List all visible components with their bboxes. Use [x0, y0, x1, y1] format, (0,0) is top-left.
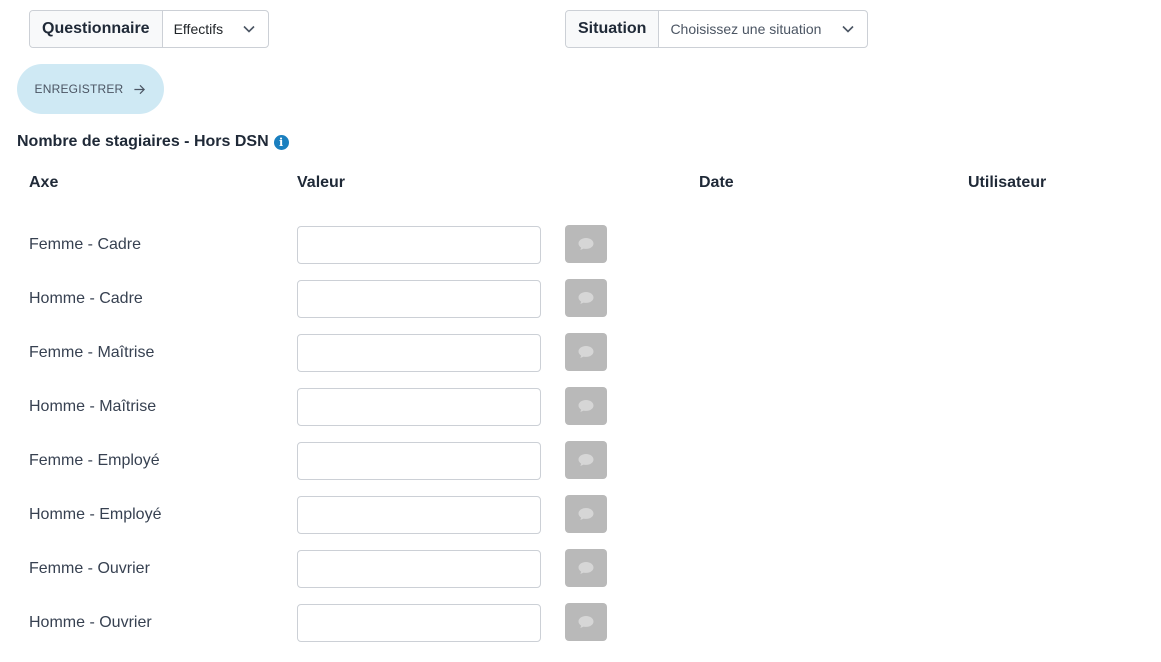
valeur-input[interactable] — [297, 280, 541, 318]
arrow-right-icon — [134, 84, 146, 94]
questionnaire-selected-value: Effectifs — [173, 21, 224, 37]
valeur-input[interactable] — [297, 496, 541, 534]
comment-icon — [578, 562, 594, 574]
questionnaire-select-group: Questionnaire Effectifs — [29, 10, 269, 48]
comment-button[interactable] — [565, 225, 607, 263]
save-button[interactable]: ENREGISTRER — [17, 64, 164, 114]
axe-label: Homme - Cadre — [29, 290, 143, 307]
comment-button[interactable] — [565, 495, 607, 533]
comment-button[interactable] — [565, 333, 607, 371]
valeur-input[interactable] — [297, 604, 541, 642]
table-row: Homme - Maîtrise — [0, 387, 1161, 426]
valeur-input[interactable] — [297, 388, 541, 426]
comment-icon — [578, 238, 594, 250]
table-row: Homme - Employé — [0, 495, 1161, 534]
info-icon[interactable]: i — [273, 134, 289, 150]
comment-icon — [578, 346, 594, 358]
questionnaire-label: Questionnaire — [30, 11, 163, 47]
comment-icon — [578, 508, 594, 520]
table-row: Femme - Cadre — [0, 225, 1161, 264]
table-row: Homme - Cadre — [0, 279, 1161, 318]
comment-icon — [578, 400, 594, 412]
chevron-down-icon — [243, 25, 255, 33]
axe-label: Femme - Maîtrise — [29, 344, 155, 361]
column-header-axe: Axe — [29, 174, 59, 191]
axe-label: Femme - Cadre — [29, 236, 142, 253]
table-row: Femme - Employé — [0, 441, 1161, 480]
valeur-input[interactable] — [297, 226, 541, 264]
column-header-valeur: Valeur — [297, 174, 346, 191]
situation-placeholder: Choisissez une situation — [670, 21, 822, 37]
situation-label: Situation — [566, 11, 660, 47]
axe-label: Homme - Maîtrise — [29, 398, 157, 415]
valeur-input[interactable] — [297, 550, 541, 588]
comment-button[interactable] — [565, 549, 607, 587]
save-button-label: ENREGISTRER — [34, 82, 124, 96]
axe-label: Homme - Ouvrier — [29, 614, 152, 631]
comment-button[interactable] — [565, 603, 607, 641]
comment-icon — [578, 454, 594, 466]
comment-button[interactable] — [565, 441, 607, 479]
valeur-input[interactable] — [297, 334, 541, 372]
table-row: Femme - Ouvrier — [0, 549, 1161, 588]
comment-icon — [578, 616, 594, 628]
section-title: Nombre de stagiaires - Hors DSN i — [17, 133, 289, 151]
chevron-down-icon — [842, 25, 854, 33]
axe-label: Homme - Employé — [29, 506, 162, 523]
axe-label: Femme - Ouvrier — [29, 560, 150, 577]
column-header-utilisateur: Utilisateur — [968, 174, 1047, 191]
comment-button[interactable] — [565, 387, 607, 425]
table-row: Femme - Maîtrise — [0, 333, 1161, 372]
comment-icon — [578, 292, 594, 304]
table-row: Homme - Ouvrier — [0, 603, 1161, 642]
column-header-date: Date — [699, 174, 734, 191]
comment-button[interactable] — [565, 279, 607, 317]
section-title-text: Nombre de stagiaires - Hors DSN — [17, 133, 269, 150]
situation-select-group: Situation Choisissez une situation — [565, 10, 868, 48]
valeur-input[interactable] — [297, 442, 541, 480]
axe-label: Femme - Employé — [29, 452, 160, 469]
situation-select[interactable]: Choisissez une situation — [659, 11, 867, 47]
questionnaire-select[interactable]: Effectifs — [163, 11, 268, 47]
